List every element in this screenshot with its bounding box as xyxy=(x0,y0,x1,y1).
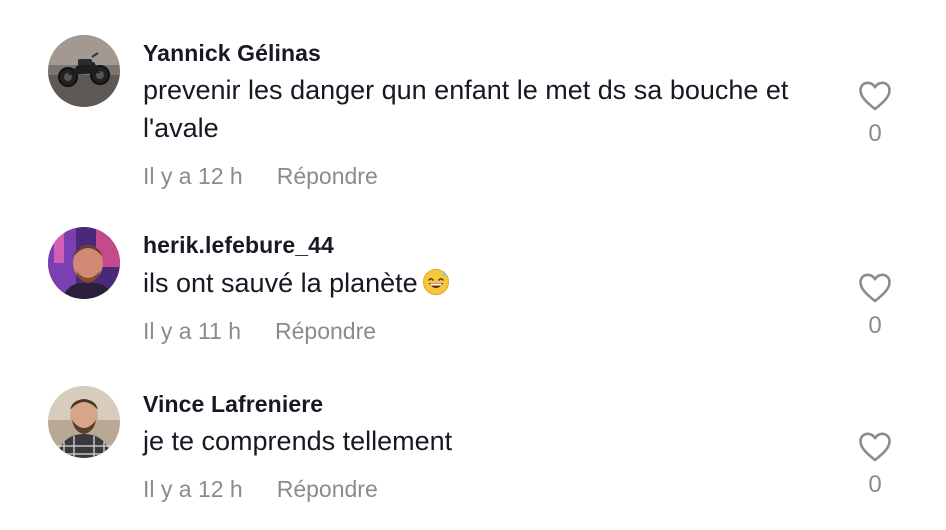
avatar-man-purple-light-icon xyxy=(48,227,120,299)
avatar[interactable] xyxy=(48,35,120,107)
like-control: 0 xyxy=(856,80,894,148)
heart-icon[interactable] xyxy=(858,431,892,463)
like-count: 0 xyxy=(868,120,882,147)
like-control: 0 xyxy=(856,431,894,499)
reply-button[interactable]: Répondre xyxy=(275,318,376,344)
username[interactable]: herik.lefebure_44 xyxy=(143,232,334,259)
comment-text-body: ils ont sauvé la planète xyxy=(143,268,418,298)
like-count: 0 xyxy=(868,471,882,498)
comment-meta: Il y a 12 h Répondre xyxy=(143,163,378,190)
username[interactable]: Vince Lafreniere xyxy=(143,391,323,418)
grinning-sweat-emoji-icon xyxy=(418,268,450,298)
timestamp: Il y a 12 h xyxy=(143,476,243,502)
timestamp: Il y a 11 h xyxy=(143,318,242,344)
like-count: 0 xyxy=(868,312,882,339)
avatar-man-plaid-shirt-icon xyxy=(48,386,120,458)
reply-button[interactable]: Répondre xyxy=(277,476,378,502)
avatar[interactable] xyxy=(48,227,120,299)
heart-icon[interactable] xyxy=(858,272,892,304)
avatar-motorcycle-icon xyxy=(48,35,120,107)
comment-meta: Il y a 11 h Répondre xyxy=(143,318,376,345)
like-control: 0 xyxy=(856,272,894,340)
comment-text: prevenir les danger qun enfant le met ds… xyxy=(143,75,789,143)
heart-icon[interactable] xyxy=(858,80,892,112)
username[interactable]: Yannick Gélinas xyxy=(143,40,321,67)
comment-text: je te comprends tellement xyxy=(143,426,453,456)
comment-meta: Il y a 12 h Répondre xyxy=(143,476,378,503)
reply-button[interactable]: Répondre xyxy=(277,163,378,189)
timestamp: Il y a 12 h xyxy=(143,163,243,189)
comment-text: ils ont sauvé la planète xyxy=(143,264,833,302)
avatar[interactable] xyxy=(48,386,120,458)
